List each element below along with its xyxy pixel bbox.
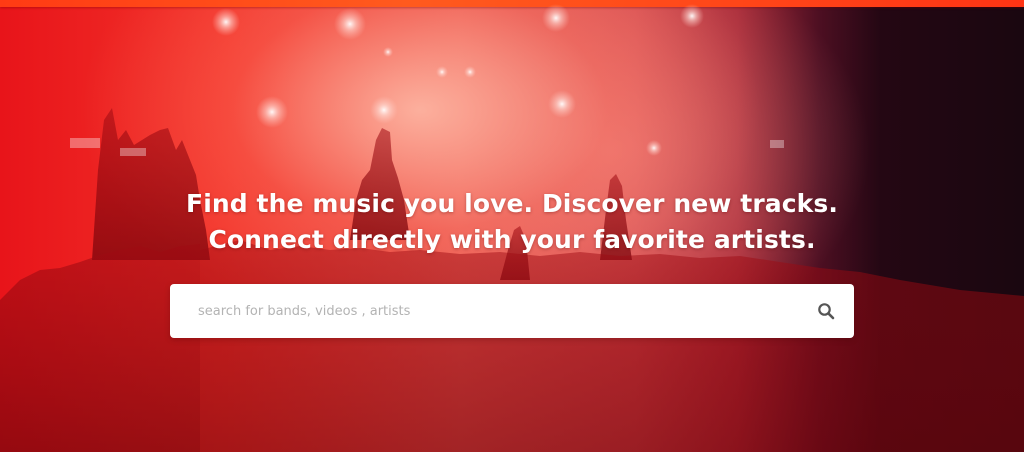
- search-input[interactable]: [170, 284, 790, 338]
- search-bar: [170, 284, 854, 338]
- hero-banner: Find the music you love. Discover new tr…: [0, 0, 1024, 452]
- hero-headline: Find the music you love. Discover new tr…: [0, 186, 1024, 258]
- headline-line-1: Find the music you love. Discover new tr…: [186, 189, 838, 218]
- search-icon: [810, 302, 842, 320]
- search-button[interactable]: [810, 295, 842, 327]
- headline-line-2: Connect directly with your favorite arti…: [208, 225, 816, 254]
